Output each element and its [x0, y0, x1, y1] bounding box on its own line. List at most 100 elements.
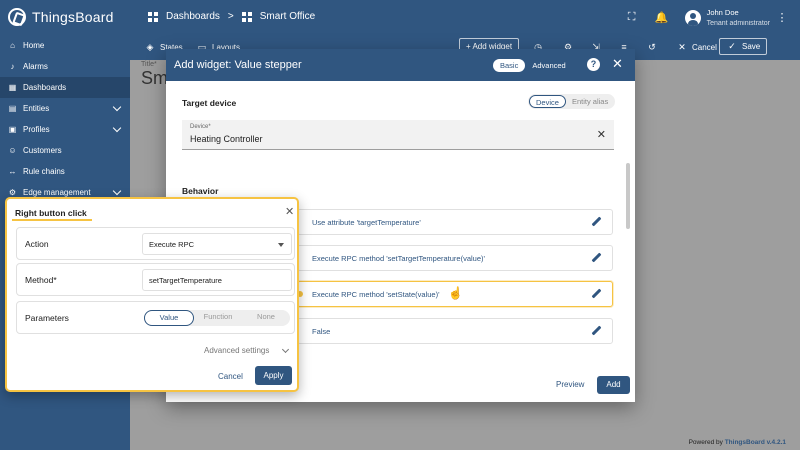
parameters-toggle: Value Function None — [144, 310, 290, 326]
home-icon: ⌂ — [10, 41, 15, 50]
behavior-row-left-click[interactable]: Execute RPC method 'setTargetTemperature… — [297, 245, 613, 271]
powered-by: Powered by ThingsBoard v.4.2.1 — [689, 439, 786, 446]
edge-icon: ⚙ — [8, 188, 17, 197]
dashboard-title-label: Title* — [141, 61, 157, 68]
behavior-row-initial-state[interactable]: Use attribute 'targetTemperature' — [297, 209, 613, 235]
edit-icon[interactable] — [591, 326, 601, 336]
fullscreen-icon[interactable]: ⛶ — [624, 10, 640, 26]
sidebar-item-customers[interactable]: ☺ Customers — [0, 140, 130, 161]
behavior-row-text: Execute RPC method 'setTargetTemperature… — [312, 254, 485, 263]
method-input-value: setTargetTemperature — [149, 276, 222, 285]
sidebar-item-label: Dashboards — [23, 83, 67, 92]
sidebar-item-rule-chains[interactable]: ↔ Rule chains — [0, 161, 130, 182]
sidebar-item-label: Customers — [23, 146, 62, 155]
scrollbar[interactable] — [626, 163, 630, 229]
more-menu-icon[interactable]: ⋮ — [774, 11, 790, 24]
help-icon[interactable]: ? — [587, 58, 600, 71]
sidebar-item-label: Rule chains — [23, 167, 65, 176]
powered-brand[interactable]: ThingsBoard v.4.2.1 — [725, 439, 786, 446]
sidebar-item-label: Home — [23, 41, 45, 50]
thingsboard-logo-icon — [8, 8, 26, 26]
sidebar-item-profiles[interactable]: ▣ Profiles — [0, 119, 130, 140]
notifications-icon[interactable]: 🔔 — [654, 10, 670, 26]
avatar[interactable] — [684, 9, 701, 26]
device-field-value: Heating Controller — [190, 134, 263, 144]
cancel-label: Cancel — [692, 43, 717, 52]
dashboards-icon — [148, 11, 158, 22]
pointer-cursor-icon: ☝ — [448, 286, 463, 300]
edit-icon[interactable] — [591, 217, 601, 227]
close-icon[interactable]: ✕ — [285, 205, 294, 218]
target-device-title: Target device — [182, 98, 237, 108]
advanced-settings-toggle[interactable]: Advanced settings — [204, 346, 269, 355]
behavior-title: Behavior — [182, 186, 219, 196]
sidebar-item-entities[interactable]: ▤ Entities — [0, 98, 130, 119]
close-icon[interactable]: ✕ — [612, 56, 623, 72]
seg-entity-alias[interactable]: Entity alias — [566, 95, 614, 108]
behavior-row-text: Execute RPC method 'setState(value)' — [312, 290, 440, 299]
clear-icon[interactable]: ✕ — [597, 128, 606, 141]
save-label: Save — [742, 42, 761, 51]
method-label: Method* — [25, 275, 57, 285]
mode-advanced[interactable]: Advanced — [532, 61, 565, 70]
popover-title: Right button click — [15, 208, 87, 218]
dashboard-icon: ▦ — [8, 83, 17, 92]
param-function-option[interactable]: Function — [194, 310, 242, 326]
behavior-row-disabled-state[interactable]: False — [297, 318, 613, 344]
powered-prefix: Powered by — [688, 439, 725, 446]
states-icon: ◈ — [146, 42, 154, 52]
popover-cancel-button[interactable]: Cancel — [218, 372, 243, 381]
breadcrumb: Dashboards > Smart Office — [148, 11, 315, 22]
edit-icon[interactable] — [591, 253, 601, 263]
behavior-row-text: False — [312, 327, 331, 336]
parameters-row: Parameters Value Function None — [16, 301, 295, 334]
target-type-toggle: Device Entity alias — [528, 94, 616, 109]
parameters-label: Parameters — [25, 313, 69, 323]
save-button[interactable]: ✓ Save — [719, 38, 768, 55]
app-name: ThingsBoard — [32, 9, 114, 25]
breadcrumb-dashboards[interactable]: Dashboards — [166, 11, 220, 22]
user-role: Tenant administrator — [706, 19, 770, 27]
sidebar-item-label: Entities — [23, 104, 50, 113]
user-name: John Doe — [706, 7, 739, 17]
device-field[interactable]: Device* Heating Controller ✕ — [182, 120, 614, 150]
breadcrumb-separator: > — [227, 11, 234, 22]
cancel-button[interactable]: ✕ Cancel — [676, 39, 717, 56]
app-logo[interactable]: ThingsBoard — [8, 8, 114, 26]
mode-basic[interactable]: Basic — [493, 58, 526, 72]
top-bar: ThingsBoard Dashboards > Smart Office ⛶ … — [0, 0, 800, 35]
edit-icon[interactable] — [591, 289, 601, 299]
dialog-title: Add widget: Value stepper — [174, 59, 302, 71]
param-none-option[interactable]: None — [242, 310, 290, 326]
param-value-option[interactable]: Value — [144, 310, 194, 326]
customers-icon: ☺ — [8, 146, 17, 155]
rule-chains-icon: ↔ — [8, 167, 17, 176]
behavior-row-text: Use attribute 'targetTemperature' — [312, 218, 421, 227]
popover-title-underline — [12, 219, 92, 221]
sidebar-item-alarms[interactable]: ♪ Alarms — [0, 56, 130, 77]
dashboard-icon — [241, 11, 252, 22]
device-field-label: Device* — [190, 124, 211, 130]
chevron-down-icon[interactable] — [281, 345, 290, 354]
dashboard-title: Sm — [141, 68, 168, 88]
mode-toggle: Basic Advanced — [493, 58, 589, 72]
check-icon: ✓ — [728, 41, 736, 51]
breadcrumb-current: Smart Office — [259, 11, 316, 22]
action-select[interactable]: Execute RPC — [142, 233, 292, 255]
seg-device[interactable]: Device — [529, 95, 566, 108]
method-input[interactable]: setTargetTemperature — [142, 269, 292, 291]
sidebar-item-dashboards[interactable]: ▦ Dashboards — [0, 77, 130, 98]
action-select-value: Execute RPC — [149, 240, 195, 249]
preview-button[interactable]: Preview — [556, 380, 584, 389]
version-history-icon[interactable]: ↺ — [646, 41, 658, 53]
add-button[interactable]: Add — [597, 376, 630, 394]
popover-apply-button[interactable]: Apply — [255, 366, 292, 385]
user-info[interactable]: John Doe Tenant administrator — [707, 7, 770, 29]
alarm-icon: ♪ — [10, 62, 15, 71]
chevron-down-icon — [112, 186, 122, 196]
entities-icon: ▤ — [8, 104, 17, 113]
right-click-settings-popover: Right button click ✕ Action Execute RPC … — [5, 197, 299, 392]
sidebar-item-home[interactable]: ⌂ Home — [0, 35, 130, 56]
method-row: Method* setTargetTemperature — [16, 263, 295, 296]
chevron-down-icon — [112, 123, 122, 133]
